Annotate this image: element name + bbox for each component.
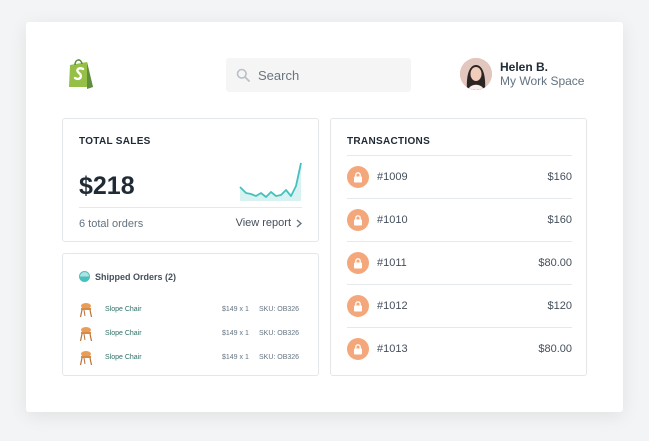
- shipped-orders-card: Shipped Orders (2) Slope Chair $149 x 1 …: [62, 253, 319, 376]
- transaction-row[interactable]: #1013 $80.00: [347, 327, 572, 370]
- lock-icon: [347, 252, 369, 274]
- shopify-logo-icon[interactable]: [66, 56, 96, 90]
- price-quantity: $149 x 1: [222, 353, 249, 361]
- transactions-title: TRANSACTIONS: [347, 136, 431, 147]
- transaction-row[interactable]: #1011 $80.00: [347, 241, 572, 284]
- chair-icon: [79, 351, 93, 366]
- user-workspace: My Work Space: [500, 74, 585, 88]
- shipped-orders-title: Shipped Orders (2): [95, 271, 177, 282]
- price-quantity: $149 x 1: [222, 329, 249, 337]
- search-icon: [236, 68, 250, 82]
- total-sales-card: TOTAL SALES $218 6 total orders View rep…: [62, 118, 319, 242]
- product-sku: SKU: OB326: [259, 305, 300, 313]
- transaction-amount: $80.00: [538, 257, 572, 269]
- shipped-status-icon: [79, 271, 90, 282]
- transaction-row[interactable]: #1010 $160: [347, 198, 572, 241]
- user-name: Helen B.: [500, 60, 549, 74]
- lock-icon: [347, 295, 369, 317]
- transactions-card: TRANSACTIONS #1009 $160 #1010 $160 #1011…: [330, 118, 587, 376]
- transaction-id: #1011: [377, 257, 407, 269]
- total-sales-amount: $218: [79, 172, 135, 200]
- transaction-id: #1013: [377, 343, 408, 355]
- search-input[interactable]: [258, 67, 398, 83]
- total-orders: 6 total orders: [79, 218, 144, 230]
- shipped-item-row[interactable]: Slope Chair $149 x 1 SKU: OB326: [79, 323, 302, 343]
- search-box[interactable]: [226, 58, 411, 92]
- shipped-orders-header[interactable]: Shipped Orders (2): [79, 271, 176, 282]
- transaction-amount: $120: [547, 300, 572, 312]
- shipped-item-row[interactable]: Slope Chair $149 x 1 SKU: OB326: [79, 299, 302, 319]
- product-name[interactable]: Slope Chair: [105, 354, 205, 361]
- view-report-link[interactable]: View report: [236, 217, 302, 229]
- chair-icon: [79, 327, 93, 342]
- sales-sparkline: [239, 162, 302, 201]
- price-quantity: $149 x 1: [222, 305, 249, 313]
- view-report-label: View report: [235, 217, 291, 229]
- product-name[interactable]: Slope Chair: [105, 306, 205, 313]
- transaction-id: #1010: [377, 214, 408, 226]
- transaction-id: #1012: [377, 300, 408, 312]
- transaction-row[interactable]: #1012 $120: [347, 284, 572, 327]
- shipped-item-row[interactable]: Slope Chair $149 x 1 SKU: OB326: [79, 347, 302, 367]
- transaction-amount: $160: [547, 171, 572, 183]
- transaction-id: #1009: [377, 171, 408, 183]
- chevron-right-icon: [296, 218, 302, 228]
- avatar[interactable]: [460, 58, 492, 90]
- total-sales-title: TOTAL SALES: [79, 136, 151, 147]
- product-sku: SKU: OB326: [259, 353, 300, 361]
- product-sku: SKU: OB326: [259, 329, 300, 337]
- lock-icon: [347, 338, 369, 360]
- avatar-icon: [460, 58, 492, 90]
- transaction-row[interactable]: #1009 $160: [347, 155, 572, 198]
- lock-icon: [347, 209, 369, 231]
- product-name[interactable]: Slope Chair: [105, 330, 205, 337]
- transaction-amount: $80.00: [538, 343, 572, 355]
- lock-icon: [347, 166, 369, 188]
- chair-icon: [79, 303, 93, 318]
- divider: [79, 207, 302, 208]
- user-menu[interactable]: Helen B. My Work Space: [460, 58, 584, 90]
- dashboard-window: Helen B. My Work Space TOTAL SALES $218 …: [26, 22, 623, 412]
- transaction-amount: $160: [547, 214, 572, 226]
